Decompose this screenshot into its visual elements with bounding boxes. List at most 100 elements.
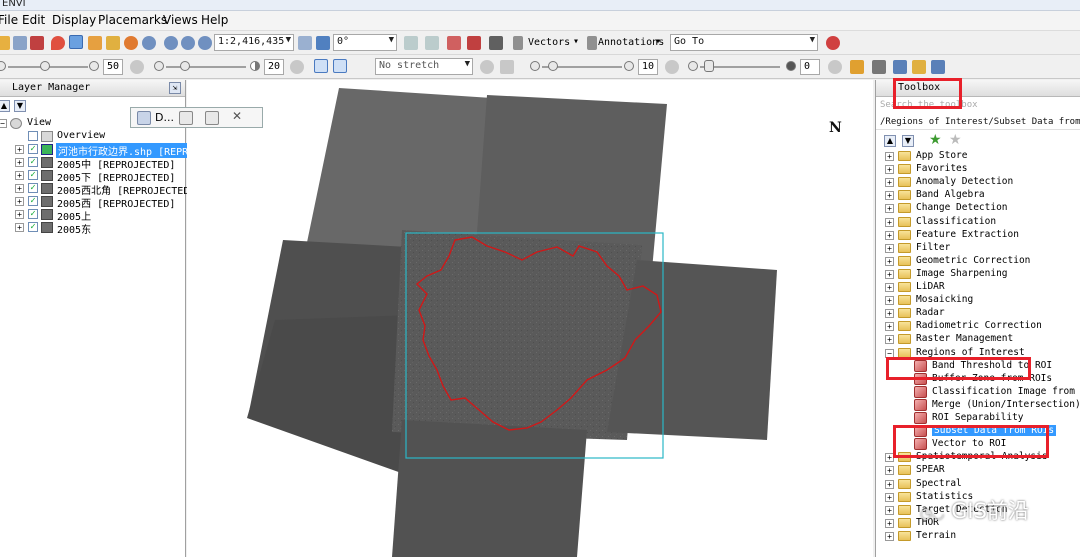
maximize-icon[interactable] <box>205 111 219 125</box>
contrast-slider-knob[interactable] <box>180 61 190 71</box>
expand-toggle-icon[interactable]: + <box>885 296 894 306</box>
fit-icon[interactable] <box>314 59 328 73</box>
collapse-icon[interactable]: ▲ <box>0 100 10 112</box>
expand-toggle-icon[interactable]: + <box>885 230 894 240</box>
map-view[interactable]: N <box>187 80 873 557</box>
layer-checkbox[interactable]: ✓ <box>28 183 38 193</box>
expand-icon[interactable]: ▼ <box>14 100 26 112</box>
menu-edit[interactable]: Edit <box>22 13 45 27</box>
histogram-icon[interactable] <box>500 60 514 74</box>
rotate-icon[interactable] <box>124 36 138 50</box>
toolbox-folder[interactable]: + Terrain <box>876 530 1080 543</box>
remove-favorite-icon[interactable]: ★ <box>949 132 962 148</box>
expand-icon[interactable]: ▼ <box>902 135 914 147</box>
scale-combo[interactable]: 1:2,416,435 ▼ <box>214 34 294 51</box>
vectors-icon[interactable] <box>513 36 523 50</box>
sharpen-slider-knob[interactable] <box>548 61 558 71</box>
display-icon[interactable] <box>137 111 151 125</box>
expand-toggle-icon[interactable]: + <box>885 466 894 476</box>
toolbox-tool[interactable]: Subset Data from ROIs <box>876 425 1080 438</box>
goto-combo[interactable]: Go To ▼ <box>670 34 818 51</box>
menu-display[interactable]: Display <box>52 13 96 27</box>
open-icon[interactable] <box>0 36 10 50</box>
brightness-slider-knob[interactable] <box>40 61 50 71</box>
toolbox-folder[interactable]: + Change Detection <box>876 202 1080 215</box>
sharpen-value[interactable]: 10 <box>638 59 658 75</box>
toolbox-folder[interactable]: + Radiometric Correction <box>876 320 1080 333</box>
add-favorite-icon[interactable]: ★ <box>929 132 942 148</box>
collapse-icon[interactable]: ▲ <box>884 135 896 147</box>
zoom-out-icon[interactable] <box>181 36 195 50</box>
reset-transparency-icon[interactable] <box>828 60 842 74</box>
reset-brightness-icon[interactable] <box>130 60 144 74</box>
toolbox-folder[interactable]: + Image Sharpening <box>876 268 1080 281</box>
goto-icon[interactable] <box>826 36 840 50</box>
stretch-type-icon[interactable] <box>333 59 347 73</box>
tree-layer-row[interactable]: + ✓ 2005西北角 [REPROJECTED] <box>0 182 195 197</box>
close-icon[interactable]: ✕ <box>232 109 242 123</box>
expand-toggle-icon[interactable]: + <box>885 269 894 279</box>
expand-toggle-icon[interactable]: + <box>885 453 894 463</box>
tree-layer-row[interactable]: + ✓ 2005东 <box>0 221 186 236</box>
menu-help[interactable]: Help <box>201 13 228 27</box>
flicker-icon[interactable] <box>931 60 945 74</box>
brightness-value[interactable]: 50 <box>103 59 123 75</box>
toolbox-folder[interactable]: + Spatiotemporal Analysis <box>876 451 1080 464</box>
vectors-menu[interactable]: Vectors <box>528 37 570 48</box>
rotation-combo[interactable]: 0° ▼ <box>333 34 397 51</box>
zoom-full-icon[interactable] <box>198 36 212 50</box>
expand-toggle-icon[interactable]: + <box>885 178 894 188</box>
toolbox-folder[interactable]: + Feature Extraction <box>876 229 1080 242</box>
toolbox-folder[interactable]: + Filter <box>876 242 1080 255</box>
transparency-slider-knob[interactable] <box>704 60 714 72</box>
toolbox-folder[interactable]: + Radar <box>876 307 1080 320</box>
placemark-icon[interactable] <box>51 36 65 50</box>
chart-icon[interactable] <box>850 60 864 74</box>
annotations-icon[interactable] <box>587 36 597 50</box>
spectral-profile-icon[interactable] <box>447 36 461 50</box>
menu-views[interactable]: Views <box>163 13 198 27</box>
tree-layer-row[interactable]: + ✓ 2005西 [REPROJECTED] <box>0 195 186 210</box>
select-icon[interactable] <box>69 35 83 49</box>
rotate-view-icon[interactable] <box>298 36 312 50</box>
toolbox-folder[interactable]: + Mosaicking <box>876 294 1080 307</box>
expand-toggle-icon[interactable]: + <box>15 223 24 232</box>
layer-checkbox[interactable]: ✓ <box>28 209 38 219</box>
stretch-combo[interactable]: No stretch ▼ <box>375 58 473 75</box>
overview-checkbox[interactable] <box>28 131 38 141</box>
refresh-icon[interactable] <box>480 60 494 74</box>
expand-toggle-icon[interactable]: + <box>15 171 24 180</box>
collapse-toggle-icon[interactable]: − <box>0 119 7 128</box>
expand-toggle-icon[interactable]: + <box>885 479 894 489</box>
expand-toggle-icon[interactable]: + <box>885 518 894 528</box>
expand-toggle-icon[interactable]: + <box>15 145 24 154</box>
roi-tool-icon[interactable] <box>489 36 503 50</box>
collapse-toggle-icon[interactable]: − <box>885 348 894 358</box>
toolbox-tool[interactable]: Vector to ROI <box>876 438 1080 451</box>
tree-layer-row[interactable]: + ✓ 2005中 [REPROJECTED] <box>0 156 186 171</box>
toolbox-folder[interactable]: + App Store <box>876 150 1080 163</box>
pan-icon[interactable] <box>88 36 102 50</box>
grid-icon[interactable] <box>893 60 907 74</box>
layer-checkbox[interactable]: ✓ <box>28 157 38 167</box>
north-up-icon[interactable] <box>316 36 330 50</box>
contrast-value[interactable]: 20 <box>264 59 284 75</box>
expand-toggle-icon[interactable]: + <box>885 335 894 345</box>
expand-toggle-icon[interactable]: + <box>885 283 894 292</box>
expand-toggle-icon[interactable]: + <box>885 531 894 541</box>
pin-icon[interactable]: ⇲ <box>169 82 181 94</box>
reset-sharpen-icon[interactable] <box>665 60 679 74</box>
toolbox-tool[interactable]: Classification Image from ROIs <box>876 385 1080 399</box>
expand-toggle-icon[interactable]: + <box>885 243 894 253</box>
zoom-icon[interactable] <box>142 36 156 50</box>
layer-checkbox[interactable]: ✓ <box>28 196 38 206</box>
layer-icon[interactable] <box>872 60 886 74</box>
toolbox-folder[interactable]: + Spectral <box>876 478 1080 491</box>
expand-toggle-icon[interactable]: + <box>15 184 24 193</box>
tree-layer-row[interactable]: + ✓ 2005上 <box>0 208 186 223</box>
toolbox-folder[interactable]: + LiDAR <box>876 281 1080 294</box>
toolbox-folder[interactable]: − Regions of Interest <box>876 347 1080 360</box>
expand-toggle-icon[interactable]: + <box>885 191 894 201</box>
expand-toggle-icon[interactable]: + <box>885 152 894 161</box>
tree-layer-row[interactable]: + ✓ 河池市行政边界.shp [REPRO <box>0 143 197 158</box>
